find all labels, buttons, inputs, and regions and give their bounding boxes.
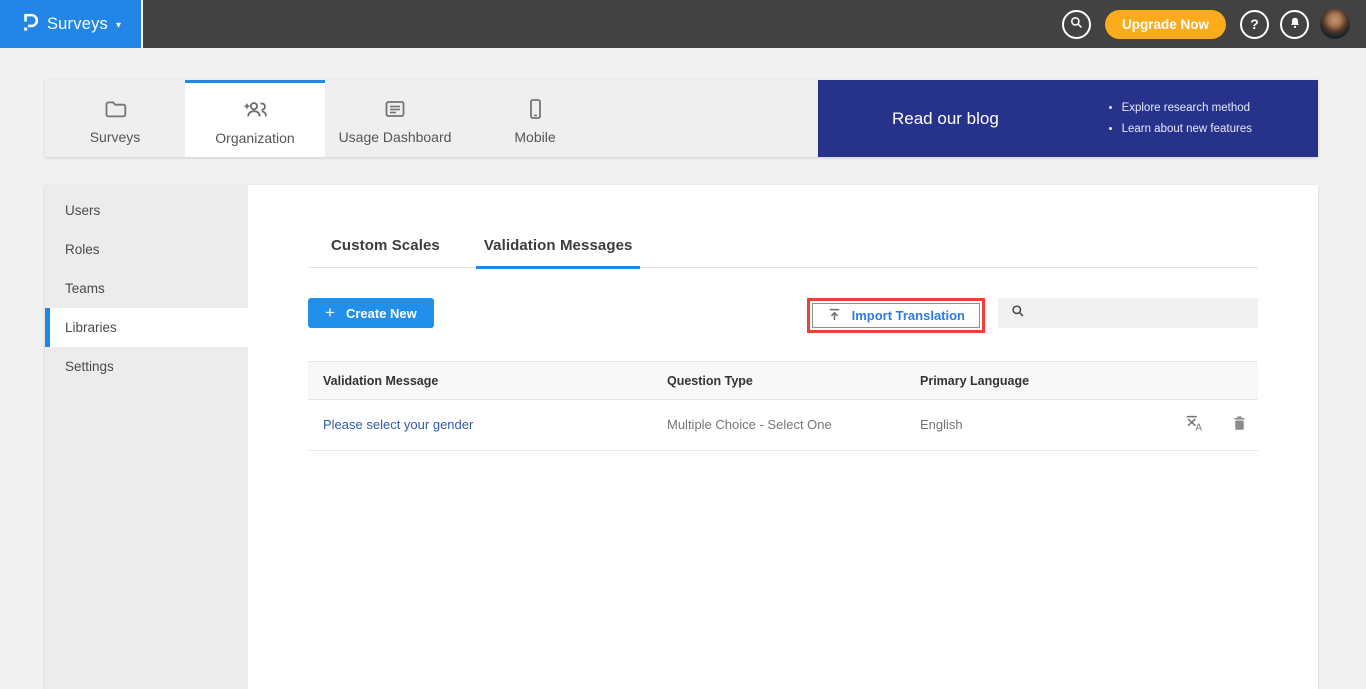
organization-sidebar: Users Roles Teams Libraries Settings <box>45 185 248 689</box>
product-label: Surveys <box>47 15 108 34</box>
blog-promo-banner[interactable]: Read our blog Explore research method Le… <box>818 80 1318 157</box>
mobile-icon <box>523 97 547 124</box>
column-header-question-type: Question Type <box>667 362 920 400</box>
search-icon <box>1010 303 1026 324</box>
right-controls: Import Translation <box>807 298 1258 333</box>
topbar-actions: Upgrade Now ? <box>1062 0 1366 48</box>
module-nav-card: Surveys Organization <box>45 80 1318 157</box>
top-app-bar: Surveys ▾ Upgrade Now ? <box>0 0 1366 48</box>
notifications-button[interactable] <box>1280 10 1309 39</box>
search-input[interactable] <box>1034 298 1258 328</box>
tab-validation-messages[interactable]: Validation Messages <box>476 237 641 269</box>
promo-bullet-list: Explore research method Learn about new … <box>1106 98 1252 140</box>
sidebar-item-users[interactable]: Users <box>45 191 248 230</box>
table-row: Please select your gender Multiple Choic… <box>308 400 1258 451</box>
svg-text:A: A <box>1195 422 1202 433</box>
promo-bullet: Learn about new features <box>1122 119 1252 140</box>
bell-icon <box>1288 16 1302 33</box>
sidebar-item-label: Libraries <box>65 320 117 335</box>
module-tab-label: Mobile <box>514 129 555 145</box>
module-tab-label: Surveys <box>90 129 141 145</box>
chevron-down-icon: ▾ <box>116 20 121 31</box>
validation-messages-table: Validation Message Question Type Primary… <box>308 361 1258 451</box>
create-new-label: Create New <box>346 306 417 321</box>
import-translation-label: Import Translation <box>852 308 965 323</box>
module-tab-label: Organization <box>215 130 294 146</box>
module-tab-surveys[interactable]: Surveys <box>45 80 185 157</box>
question-mark-icon: ? <box>1250 16 1259 32</box>
annotation-highlight-box: Import Translation <box>807 298 985 333</box>
module-tab-organization[interactable]: Organization <box>185 80 325 157</box>
translate-icon[interactable]: A <box>1183 413 1205 438</box>
module-tab-mobile[interactable]: Mobile <box>465 80 605 157</box>
promo-bullet: Explore research method <box>1122 98 1252 119</box>
module-tab-label: Usage Dashboard <box>339 129 452 145</box>
column-header-validation-message: Validation Message <box>308 362 667 400</box>
user-avatar[interactable] <box>1320 9 1350 39</box>
module-tab-usage-dashboard[interactable]: Usage Dashboard <box>325 80 465 157</box>
questionpro-logo-icon <box>20 10 39 38</box>
folder-icon <box>102 97 128 124</box>
help-button[interactable]: ? <box>1240 10 1269 39</box>
sidebar-item-teams[interactable]: Teams <box>45 269 248 308</box>
table-search-box <box>998 298 1258 328</box>
sidebar-item-label: Settings <box>65 359 114 374</box>
global-search-button[interactable] <box>1062 10 1091 39</box>
upgrade-now-button[interactable]: Upgrade Now <box>1105 10 1226 39</box>
tab-custom-scales[interactable]: Custom Scales <box>323 237 448 269</box>
column-header-actions <box>1168 362 1258 400</box>
sidebar-item-roles[interactable]: Roles <box>45 230 248 269</box>
table-controls-row: + Create New Import Translation <box>308 298 1258 333</box>
promo-title: Read our blog <box>892 109 999 129</box>
product-switcher[interactable]: Surveys ▾ <box>0 0 143 48</box>
sidebar-item-settings[interactable]: Settings <box>45 347 248 386</box>
sidebar-item-libraries[interactable]: Libraries <box>45 308 248 347</box>
create-new-button[interactable]: + Create New <box>308 298 434 328</box>
table-header-row: Validation Message Question Type Primary… <box>308 362 1258 400</box>
sidebar-item-label: Users <box>65 203 100 218</box>
search-icon <box>1069 15 1084 33</box>
primary-language-value: English <box>920 417 963 432</box>
organization-panel: Users Roles Teams Libraries Settings Cus… <box>45 185 1318 689</box>
sidebar-item-label: Roles <box>65 242 100 257</box>
question-type-value: Multiple Choice - Select One <box>667 417 832 432</box>
upload-icon <box>827 307 842 325</box>
library-tabs: Custom Scales Validation Messages <box>308 237 1258 268</box>
dashboard-icon <box>382 97 408 124</box>
plus-icon: + <box>325 303 335 323</box>
person-add-icon <box>242 97 269 125</box>
import-translation-button[interactable]: Import Translation <box>812 303 980 328</box>
delete-icon[interactable] <box>1231 414 1248 437</box>
sidebar-item-label: Teams <box>65 281 105 296</box>
libraries-content: Custom Scales Validation Messages + Crea… <box>248 185 1318 689</box>
module-tabs: Surveys Organization <box>45 80 818 157</box>
validation-message-link[interactable]: Please select your gender <box>323 417 473 432</box>
column-header-primary-language: Primary Language <box>920 362 1168 400</box>
